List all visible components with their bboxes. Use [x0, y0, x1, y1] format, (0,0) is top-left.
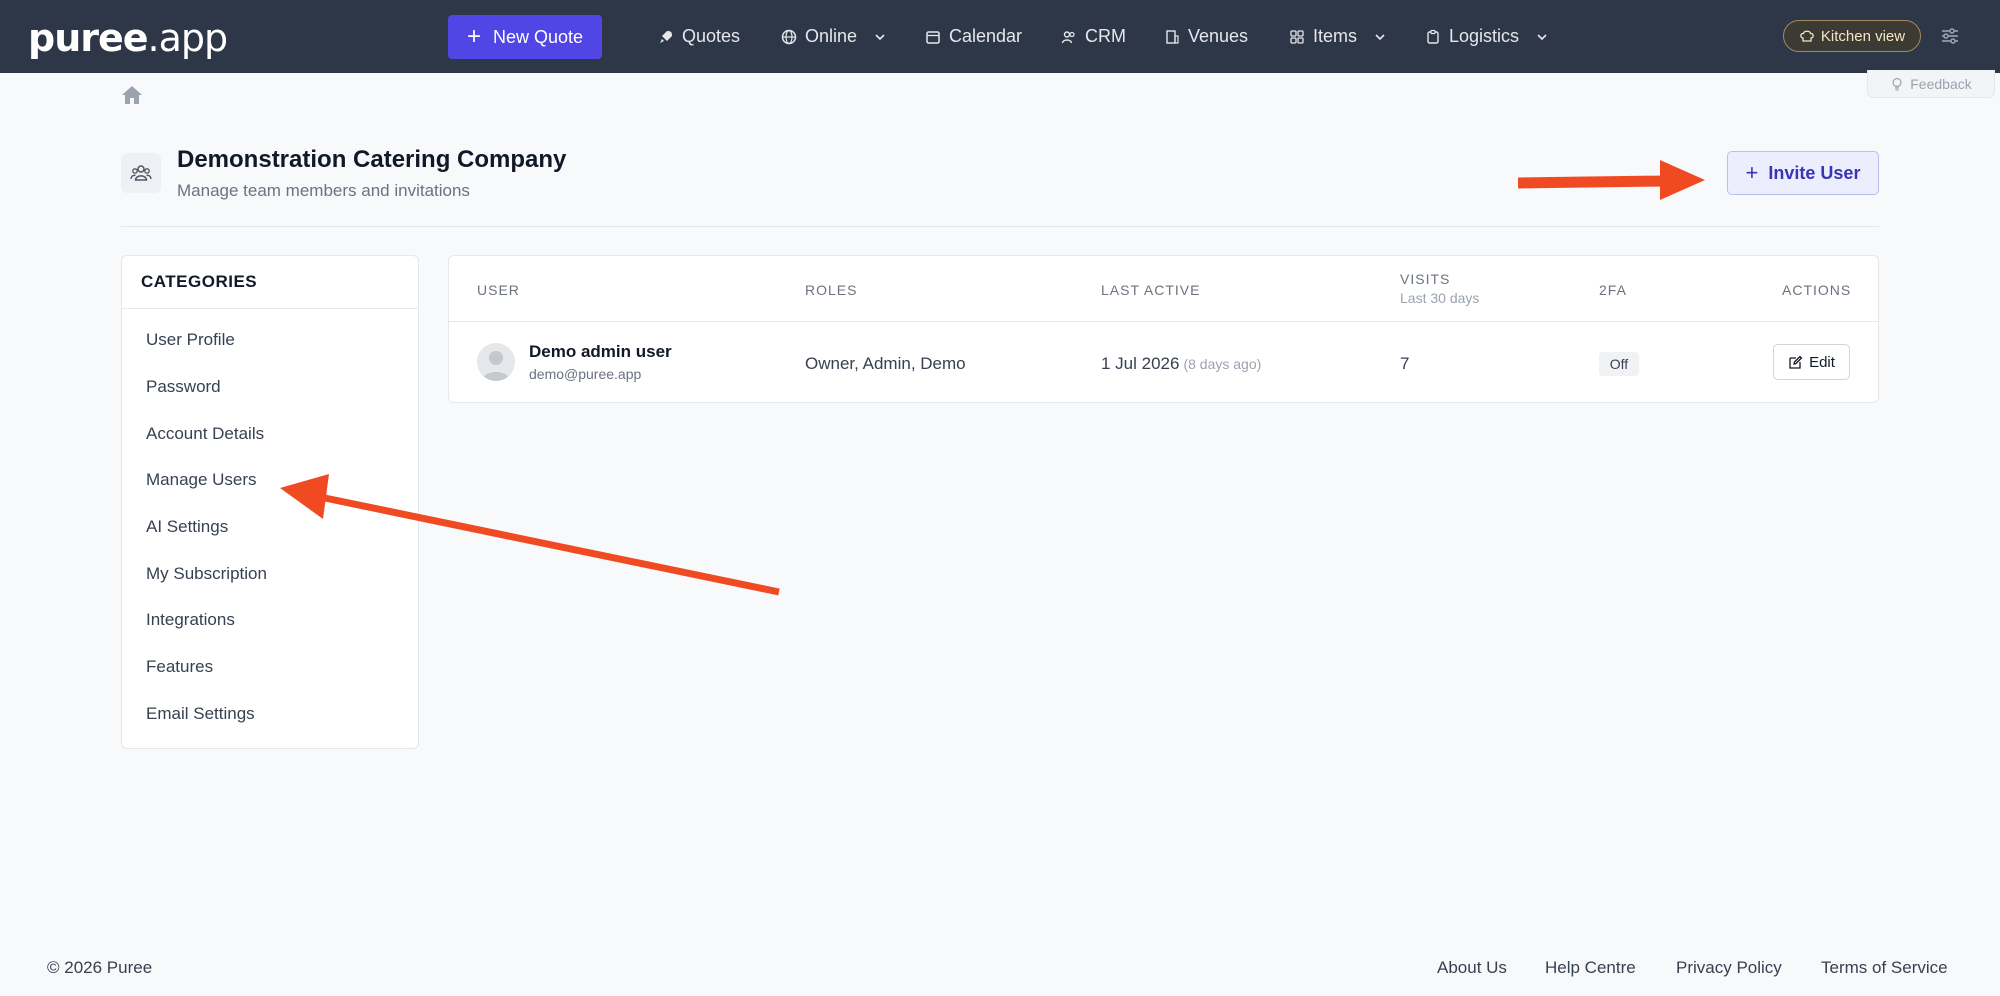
nav-items-label: Items: [1313, 26, 1358, 46]
sidebar-item-account-details[interactable]: Account Details: [146, 424, 264, 444]
categories-sidebar: CATEGORIES User Profile Password Account…: [121, 255, 419, 749]
chevron-down-icon: [875, 33, 885, 40]
sidebar-item-password[interactable]: Password: [146, 377, 221, 397]
nav-crm-label: CRM: [1085, 26, 1126, 46]
invite-user-button[interactable]: + Invite User: [1727, 151, 1879, 195]
header-divider: [121, 226, 1879, 227]
edit-label: Edit: [1809, 353, 1835, 371]
nav-logistics[interactable]: Logistics: [1425, 0, 1549, 73]
sidebar-item-my-subscription[interactable]: My Subscription: [146, 564, 267, 584]
user-visits: 7: [1400, 354, 1410, 373]
chevron-down-icon: [1537, 33, 1547, 40]
feedback-label: Feedback: [1910, 75, 1972, 92]
grid-icon: [1290, 29, 1304, 44]
footer-copyright: © 2026 Puree: [47, 958, 153, 977]
user-email: demo@puree.app: [529, 366, 642, 382]
page-title: Demonstration Catering Company: [177, 146, 567, 173]
home-icon[interactable]: [121, 84, 143, 106]
footer-link-terms[interactable]: Terms of Service: [1821, 958, 1948, 978]
chevron-down-icon: [1375, 33, 1385, 40]
team-icon: [121, 153, 161, 193]
new-quote-label: New Quote: [492, 26, 584, 47]
col-actions: ACTIONS: [1782, 282, 1852, 298]
col-2fa: 2FA: [1599, 282, 1627, 298]
invite-user-label: Invite User: [1768, 162, 1861, 183]
edit-icon: [1789, 355, 1803, 369]
edit-user-button[interactable]: Edit: [1773, 344, 1850, 380]
sidebar-item-manage-users[interactable]: Manage Users: [146, 470, 257, 490]
kitchen-view-button[interactable]: Kitchen view: [1783, 20, 1921, 52]
user-name: Demo admin user: [529, 342, 672, 361]
nav-items[interactable]: Items: [1289, 0, 1387, 73]
col-visits: VISITS: [1400, 271, 1451, 287]
col-last-active: LAST ACTIVE: [1101, 282, 1201, 298]
calendar-icon: [926, 30, 940, 44]
sidebar-item-ai-settings[interactable]: AI Settings: [146, 517, 228, 537]
page-subtitle: Manage team members and invitations: [177, 181, 470, 200]
top-navbar: puree.app + New Quote Quotes Online Cale…: [0, 0, 2000, 73]
nav-quotes[interactable]: Quotes: [658, 0, 740, 73]
sidebar-item-features[interactable]: Features: [146, 657, 213, 677]
plus-icon: +: [466, 23, 481, 50]
sliders-icon[interactable]: [1940, 26, 1960, 46]
avatar: [477, 343, 515, 381]
twofa-status-badge: Off: [1599, 352, 1639, 376]
user-roles: Owner, Admin, Demo: [805, 354, 966, 373]
feedback-tab[interactable]: Feedback: [1867, 70, 1995, 98]
logo-main-text: puree: [28, 16, 149, 60]
nav-venues[interactable]: Venues: [1164, 0, 1248, 73]
nav-quotes-label: Quotes: [682, 26, 741, 46]
sidebar-item-email-settings[interactable]: Email Settings: [146, 704, 255, 724]
logo-suffix-text: .app: [147, 16, 229, 60]
nav-calendar-label: Calendar: [949, 26, 1023, 46]
chef-hat-icon: [1800, 30, 1814, 42]
kitchen-view-label: Kitchen view: [1820, 27, 1906, 45]
clipboard-icon: [1427, 29, 1439, 44]
building-icon: [1166, 29, 1179, 44]
col-visits-sub: Last 30 days: [1400, 290, 1480, 306]
col-roles: ROLES: [805, 282, 858, 298]
nav-online[interactable]: Online: [781, 0, 887, 73]
sidebar-item-user-profile[interactable]: User Profile: [146, 330, 235, 350]
users-table: USER ROLES LAST ACTIVE VISITS Last 30 da…: [448, 255, 1879, 403]
col-user: USER: [477, 282, 520, 298]
footer-link-privacy[interactable]: Privacy Policy: [1676, 958, 1782, 978]
user-last-active: 1 Jul 2026 (8 days ago): [1101, 354, 1261, 374]
users-icon: [1061, 30, 1075, 43]
footer-link-help[interactable]: Help Centre: [1545, 958, 1636, 978]
sidebar-item-integrations[interactable]: Integrations: [146, 610, 235, 630]
plus-icon: +: [1745, 160, 1759, 185]
nav-venues-label: Venues: [1188, 26, 1249, 46]
nav-online-label: Online: [805, 26, 858, 46]
last-active-ago: (8 days ago): [1183, 356, 1262, 372]
categories-heading: CATEGORIES: [122, 256, 418, 309]
table-header: USER ROLES LAST ACTIVE VISITS Last 30 da…: [449, 256, 1878, 322]
nav-crm[interactable]: CRM: [1061, 0, 1126, 73]
globe-icon: [781, 29, 797, 44]
nav-calendar[interactable]: Calendar: [925, 0, 1022, 73]
arrow-to-invite-user: [1517, 160, 1705, 200]
app-logo[interactable]: puree.app: [28, 16, 229, 60]
last-active-date: 1 Jul 2026: [1101, 354, 1180, 373]
new-quote-button[interactable]: + New Quote: [448, 15, 602, 59]
rocket-icon: [660, 30, 672, 43]
footer-link-about[interactable]: About Us: [1437, 958, 1507, 978]
nav-logistics-label: Logistics: [1449, 26, 1520, 46]
lightbulb-icon: [1892, 77, 1902, 91]
